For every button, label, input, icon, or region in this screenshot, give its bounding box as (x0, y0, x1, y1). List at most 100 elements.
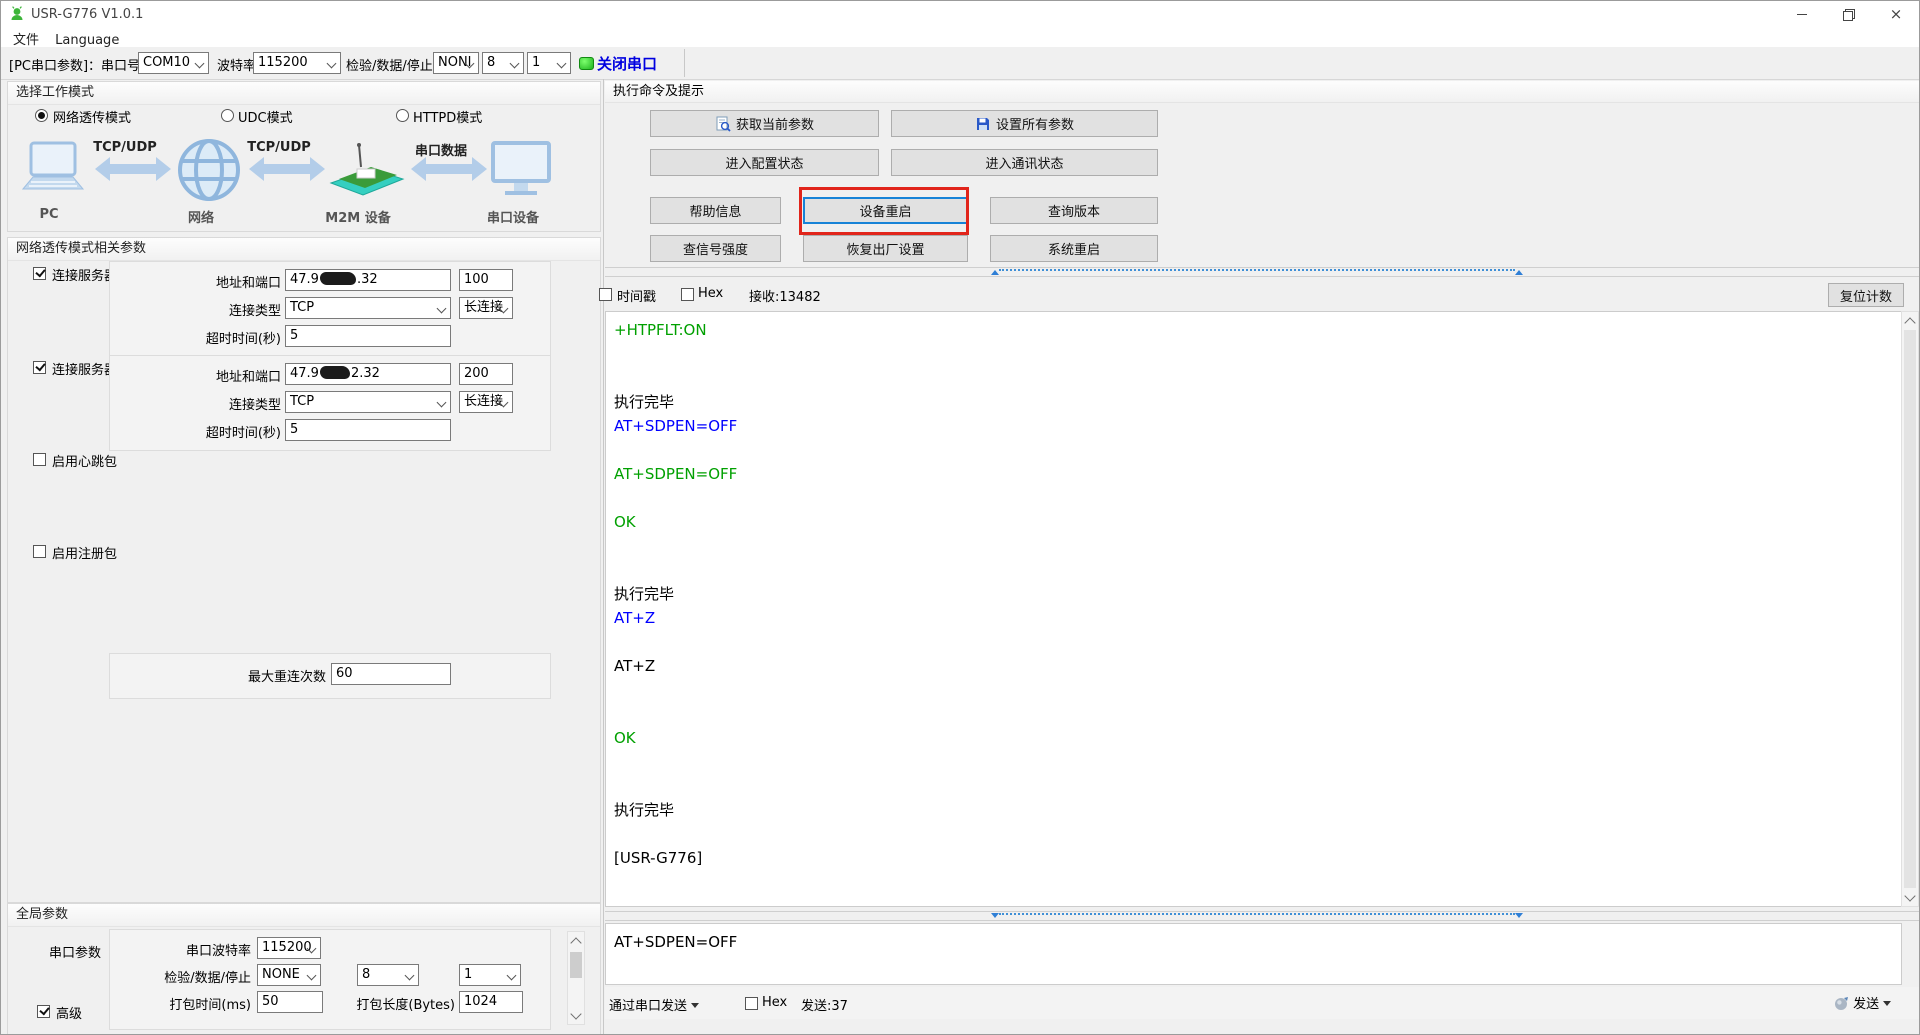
pack-time-input[interactable]: 50 (257, 991, 323, 1013)
timestamp-checkbox[interactable] (599, 288, 612, 301)
log-line (614, 342, 1893, 366)
log-scrollbar[interactable] (1901, 311, 1919, 907)
set-params-button[interactable]: 设置所有参数 (891, 110, 1158, 137)
server-a-type-select[interactable]: TCP (285, 297, 451, 319)
pack-len-input[interactable]: 1024 (459, 991, 523, 1013)
recv-count: 接收:13482 (749, 286, 821, 305)
close-button[interactable]: × (1871, 1, 1920, 27)
global-scrollbar[interactable] (567, 931, 585, 1025)
server-a-checkbox[interactable] (33, 267, 46, 280)
query-signal-label: 查信号强度 (683, 239, 748, 258)
stopbits-select[interactable]: 1 (527, 52, 571, 74)
help-info-button[interactable]: 帮助信息 (650, 197, 781, 224)
radio-net-transparent[interactable] (35, 109, 48, 122)
server-a-mode-select[interactable]: 长连接 (459, 297, 513, 319)
scroll-down-icon[interactable] (1902, 889, 1918, 906)
send-input-area[interactable]: AT+SDPEN=OFF (605, 923, 1902, 985)
reset-count-button[interactable]: 复位计数 (1828, 283, 1904, 307)
radio-udc-mode-label: UDC模式 (238, 107, 293, 126)
register-checkbox[interactable] (33, 545, 46, 558)
chevron-down-icon (557, 59, 567, 69)
app-logo-icon (9, 6, 25, 22)
parity-select[interactable]: NONI (433, 52, 479, 74)
caret-down-icon (691, 1003, 699, 1008)
server-a-mode-value: 长连接 (464, 300, 503, 315)
radio-httpd-mode[interactable] (396, 109, 409, 122)
stopbits-value: 1 (532, 55, 540, 70)
scroll-up-icon[interactable] (1902, 312, 1918, 329)
splitter-handle[interactable] (999, 269, 1515, 276)
global-baud-select[interactable]: 115200 (257, 937, 321, 959)
server-a-port-input[interactable]: 100 (459, 269, 513, 291)
advanced-label: 高级 (56, 1003, 82, 1022)
restore-icon (1843, 9, 1854, 20)
chevron-down-icon (327, 59, 337, 69)
log-line: AT+SDPEN=OFF (614, 414, 1893, 438)
get-params-button[interactable]: 获取当前参数 (650, 110, 879, 137)
server-b-type-select[interactable]: TCP (285, 391, 451, 413)
node-label-pc: PC (19, 207, 79, 222)
reconnect-input[interactable]: 60 (331, 663, 451, 685)
global-parity-value: NONE (262, 967, 300, 982)
global-databits-value: 8 (362, 967, 370, 982)
server-a-ip-input[interactable]: 47.9.32 (285, 269, 451, 291)
system-restart-button[interactable]: 系统重启 (990, 235, 1158, 262)
doc-search-icon (715, 116, 731, 132)
baud-label: 波特率 (217, 55, 256, 74)
server-a-timeout-input[interactable]: 5 (285, 325, 451, 347)
global-parity-select[interactable]: NONE (257, 964, 321, 986)
title-bar: USR-G776 V1.0.1 × (1, 1, 1919, 27)
sent-count: 发送:37 (801, 995, 848, 1014)
server-b-ip-input[interactable]: 47.92.32 (285, 363, 451, 385)
send-button[interactable]: 发送 (1834, 993, 1891, 1012)
restore-button[interactable] (1825, 1, 1871, 27)
baud-select[interactable]: 115200 (253, 52, 341, 74)
global-stopbits-select[interactable]: 1 (459, 964, 521, 986)
advanced-checkbox[interactable] (37, 1005, 50, 1018)
log-output-area[interactable]: +HTPFLT:ON执行完毕AT+SDPEN=OFFAT+SDPEN=OFFOK… (605, 311, 1902, 907)
server-a-type-value: TCP (290, 300, 314, 315)
device-restart-button[interactable]: 设备重启 (803, 197, 968, 224)
net-params-header: 网络透传模式相关参数 (8, 238, 600, 261)
com-port-select[interactable]: COM10 (138, 52, 209, 74)
global-params-header: 全局参数 (8, 904, 600, 927)
log-line (614, 438, 1893, 462)
log-line: AT+SDPEN=OFF (614, 462, 1893, 486)
enter-comm-button[interactable]: 进入通讯状态 (891, 149, 1158, 176)
port-open-led-icon (579, 57, 594, 70)
global-databits-select[interactable]: 8 (357, 964, 419, 986)
databits-select[interactable]: 8 (482, 52, 524, 74)
node-label-network: 网络 (171, 207, 231, 226)
get-params-label: 获取当前参数 (736, 114, 814, 133)
log-line: 执行完毕 (614, 798, 1893, 822)
log-splitter-bottom[interactable] (605, 911, 1920, 921)
minimize-button[interactable] (1779, 1, 1825, 27)
scroll-down-icon[interactable] (568, 1007, 584, 1024)
scrollbar-thumb[interactable] (570, 952, 582, 978)
splitter-handle[interactable] (999, 913, 1515, 920)
enter-config-button[interactable]: 进入配置状态 (650, 149, 879, 176)
server-b-port-input[interactable]: 200 (459, 363, 513, 385)
register-label: 启用注册包 (52, 543, 117, 562)
log-splitter-top[interactable] (605, 267, 1920, 277)
close-icon: × (1890, 5, 1903, 23)
close-port-button[interactable]: 关闭串口 (597, 53, 657, 74)
server-b-timeout-input[interactable]: 5 (285, 419, 451, 441)
log-hex-checkbox[interactable] (681, 288, 694, 301)
send-via-dropdown[interactable]: 通过串口发送 (609, 995, 699, 1014)
heartbeat-checkbox[interactable] (33, 453, 46, 466)
enter-config-label: 进入配置状态 (725, 153, 803, 172)
scrollbar-thumb[interactable] (1904, 330, 1916, 888)
scroll-up-icon[interactable] (568, 932, 584, 949)
send-hex-checkbox[interactable] (745, 997, 758, 1010)
server-b-checkbox[interactable] (33, 361, 46, 374)
server-a-timeout-label: 超时时间(秒) (111, 328, 281, 347)
server-b-mode-select[interactable]: 长连接 (459, 391, 513, 413)
query-signal-button[interactable]: 查信号强度 (650, 235, 781, 262)
redaction-scribble (320, 272, 356, 285)
commands-header: 执行命令及提示 (605, 81, 1920, 103)
factory-reset-button[interactable]: 恢复出厂设置 (803, 235, 968, 262)
global-parity-label: 检验/数据/停止 (111, 967, 251, 986)
query-version-button[interactable]: 查询版本 (990, 197, 1158, 224)
radio-udc-mode[interactable] (221, 109, 234, 122)
